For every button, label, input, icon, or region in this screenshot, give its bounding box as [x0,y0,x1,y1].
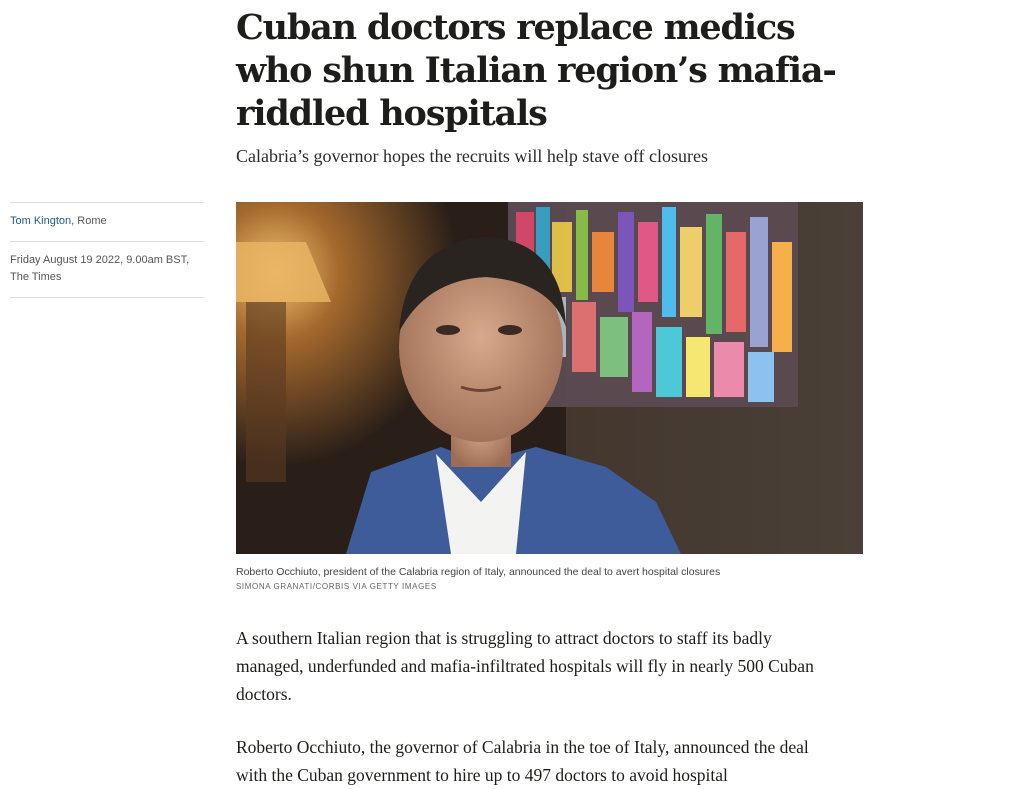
article-standfirst: Calabria’s governor hopes the recruits w… [236,146,709,166]
author-row: Tom Kington, Rome [10,202,204,241]
article-byline: Tom Kington, Rome Friday August 19 2022,… [10,202,204,298]
publication-name: The Times [10,271,62,283]
publish-date: Friday August 19 2022, 9.00am BST, [10,254,190,266]
publish-date-row: Friday August 19 2022, 9.00am BST, The T… [10,241,204,298]
body-paragraph: Roberto Occhiuto, the governor of Calabr… [236,737,809,785]
photo-illustration [236,202,863,554]
body-paragraph: A southern Italian region that is strugg… [236,628,814,704]
author-link[interactable]: Tom Kington [10,215,71,227]
image-caption: Roberto Occhiuto, president of the Calab… [236,566,721,578]
image-credit: SIMONA GRANATI/CORBIS VIA GETTY IMAGES [236,582,437,591]
article-headline: Cuban doctors replace medics who shun It… [236,7,837,134]
author-location: , Rome [71,215,107,227]
article-photo [236,202,863,554]
